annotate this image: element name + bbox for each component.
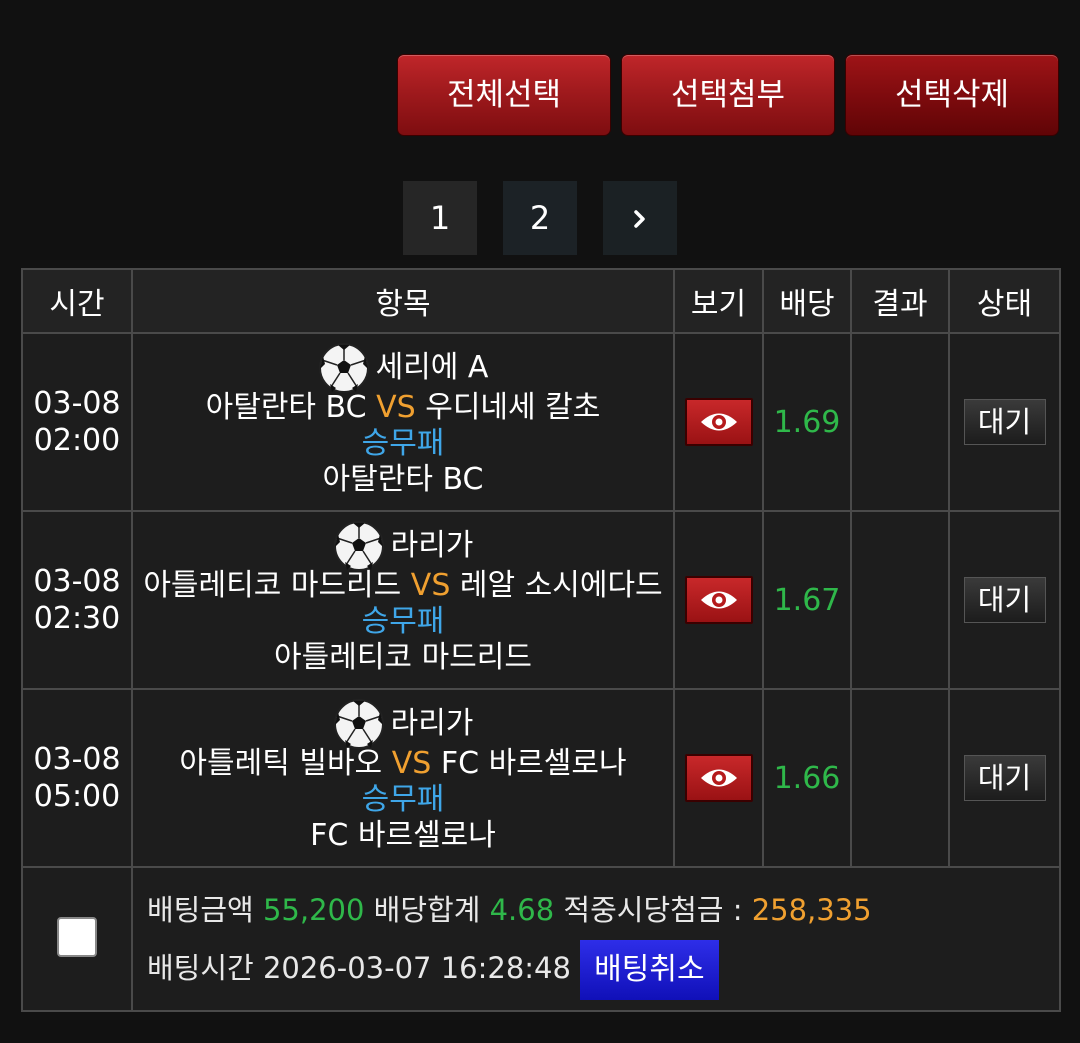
matchup: 아탈란타 BC VS 우디네세 칼초 bbox=[133, 390, 673, 426]
time-cell: 03-08 02:30 bbox=[21, 510, 133, 690]
league-line: 라리가 bbox=[133, 699, 673, 749]
view-cell bbox=[673, 510, 764, 690]
table-row: 03-08 02:30 라리가 아틀레티코 마드리드 VS 레알 소시에다드 승… bbox=[21, 510, 1061, 690]
item-cell: 라리가 아틀레틱 빌바오 VS FC 바르셀로나 승무패 FC 바르셀로나 bbox=[131, 688, 675, 868]
summary-row: 배팅금액 55,200 배당합계 4.68 적중시당첨금 : 258,335 배… bbox=[21, 866, 1061, 1012]
result-cell bbox=[850, 510, 950, 690]
market-type: 승무패 bbox=[361, 782, 445, 817]
eye-icon bbox=[700, 413, 737, 431]
odds-value: 1.67 bbox=[762, 510, 852, 690]
bet-table: 시간 항목 보기 배당 결과 상태 03-08 02:00 세리에 A 아탈란타… bbox=[21, 268, 1061, 1012]
toolbar: 전체선택 선택첨부 선택삭제 bbox=[398, 55, 1060, 137]
summary-cell: 배팅금액 55,200 배당합계 4.68 적중시당첨금 : 258,335 배… bbox=[131, 866, 1061, 1012]
header-view: 보기 bbox=[673, 268, 764, 334]
status-badge: 대기 bbox=[963, 399, 1046, 445]
status-cell: 대기 bbox=[948, 510, 1061, 690]
home-team: 아탈란타 BC bbox=[205, 390, 367, 425]
status-cell: 대기 bbox=[948, 688, 1061, 868]
item-cell: 라리가 아틀레티코 마드리드 VS 레알 소시에다드 승무패 아틀레티코 마드리… bbox=[131, 510, 675, 690]
match-time: 05:00 bbox=[33, 779, 121, 814]
select-cell bbox=[21, 866, 133, 1012]
bet-amount-value: 55,200 bbox=[262, 893, 365, 927]
item-cell: 세리에 A 아탈란타 BC VS 우디네세 칼초 승무패 아탈란타 BC bbox=[131, 332, 675, 512]
bet-time-label: 배팅시간 bbox=[147, 951, 254, 985]
league-line: 라리가 bbox=[133, 521, 673, 571]
odds-value: 1.66 bbox=[762, 688, 852, 868]
league-line: 세리에 A bbox=[133, 343, 673, 393]
market-type: 승무패 bbox=[361, 604, 445, 639]
away-team: FC 바르셀로나 bbox=[440, 746, 627, 781]
matchup: 아틀레틱 빌바오 VS FC 바르셀로나 bbox=[133, 746, 673, 782]
vs-label: VS bbox=[376, 390, 416, 425]
pick: FC 바르셀로나 bbox=[310, 818, 496, 853]
status-cell: 대기 bbox=[948, 332, 1061, 512]
soccer-ball-icon bbox=[333, 521, 384, 571]
matchup: 아틀레티코 마드리드 VS 레알 소시에다드 bbox=[133, 568, 673, 604]
total-odds-label: 배당합계 bbox=[373, 893, 481, 927]
match-date: 03-08 bbox=[33, 564, 121, 599]
league-name: 세리에 A bbox=[375, 350, 489, 385]
away-team: 레알 소시에다드 bbox=[459, 568, 663, 603]
result-cell bbox=[850, 332, 950, 512]
view-button[interactable] bbox=[684, 754, 753, 802]
bet-time-value: 2026-03-07 16:28:48 bbox=[262, 951, 571, 985]
vs-label: VS bbox=[410, 568, 451, 603]
header-odds: 배당 bbox=[762, 268, 852, 334]
view-cell bbox=[673, 688, 764, 868]
payout-value: 258,335 bbox=[751, 893, 872, 927]
eye-icon bbox=[700, 591, 737, 609]
home-team: 아틀레틱 빌바오 bbox=[179, 746, 383, 781]
chevron-right-icon bbox=[634, 210, 645, 228]
next-page-button[interactable] bbox=[603, 181, 677, 255]
view-cell bbox=[673, 332, 764, 512]
header-item: 항목 bbox=[131, 268, 675, 334]
status-badge: 대기 bbox=[963, 577, 1046, 623]
home-team: 아틀레티코 마드리드 bbox=[143, 568, 402, 603]
match-date: 03-08 bbox=[33, 742, 121, 777]
odds-value: 1.69 bbox=[762, 332, 852, 512]
table-row: 03-08 05:00 라리가 아틀레틱 빌바오 VS FC 바르셀로나 승무패… bbox=[21, 688, 1061, 868]
summary-time: 배팅시간 2026-03-07 16:28:48 배팅취소 bbox=[147, 939, 1059, 1000]
page-2-button[interactable]: 2 bbox=[503, 181, 577, 255]
soccer-ball-icon bbox=[333, 699, 384, 749]
select-all-button[interactable]: 전체선택 bbox=[398, 55, 610, 135]
pick: 아탈란타 BC bbox=[322, 462, 484, 497]
time-cell: 03-08 02:00 bbox=[21, 332, 133, 512]
time-cell: 03-08 05:00 bbox=[21, 688, 133, 868]
total-odds-value: 4.68 bbox=[489, 893, 555, 927]
away-team: 우디네세 칼초 bbox=[425, 390, 601, 425]
status-badge: 대기 bbox=[963, 755, 1046, 801]
soccer-ball-icon bbox=[318, 343, 369, 393]
view-button[interactable] bbox=[684, 398, 753, 446]
table-row: 03-08 02:00 세리에 A 아탈란타 BC VS 우디네세 칼초 승무패… bbox=[21, 332, 1061, 512]
view-button[interactable] bbox=[684, 576, 753, 624]
attach-selected-button[interactable]: 선택첨부 bbox=[622, 55, 834, 135]
summary-amounts: 배팅금액 55,200 배당합계 4.68 적중시당첨금 : 258,335 bbox=[147, 881, 1059, 939]
vs-label: VS bbox=[391, 746, 432, 781]
result-cell bbox=[850, 688, 950, 868]
header-result: 결과 bbox=[850, 268, 950, 334]
select-checkbox[interactable] bbox=[57, 917, 97, 957]
bet-amount-label: 배팅금액 bbox=[147, 893, 254, 927]
delete-selected-button[interactable]: 선택삭제 bbox=[846, 55, 1058, 135]
eye-icon bbox=[700, 769, 737, 787]
league-name: 라리가 bbox=[390, 706, 474, 741]
match-time: 02:00 bbox=[33, 423, 121, 458]
market-type: 승무패 bbox=[361, 426, 445, 461]
league-name: 라리가 bbox=[390, 528, 474, 563]
page-1-button[interactable]: 1 bbox=[403, 181, 477, 255]
payout-label: 적중시당첨금 : bbox=[563, 893, 743, 927]
pick: 아틀레티코 마드리드 bbox=[274, 640, 532, 675]
header-time: 시간 bbox=[21, 268, 133, 334]
match-date: 03-08 bbox=[33, 386, 121, 421]
match-time: 02:30 bbox=[33, 601, 121, 636]
header-status: 상태 bbox=[948, 268, 1061, 334]
table-header-row: 시간 항목 보기 배당 결과 상태 bbox=[21, 268, 1061, 334]
cancel-bet-button[interactable]: 배팅취소 bbox=[580, 940, 719, 1000]
